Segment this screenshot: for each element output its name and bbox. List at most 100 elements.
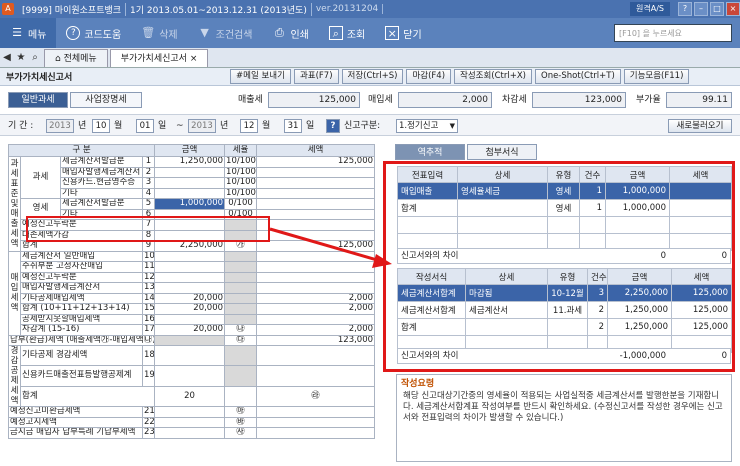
print-button[interactable]: ⎙ 인쇄 — [262, 18, 318, 48]
tax-cell[interactable]: 125,000 — [256, 156, 376, 168]
close-button[interactable]: × 닫기 — [375, 18, 431, 48]
tax-cell[interactable] — [256, 187, 376, 199]
tax-cell[interactable] — [256, 344, 376, 367]
form-header: 부가가치세신고서 #메일 보내기 과표(F7) 저장(Ctrl+S) 마감(F4… — [0, 68, 740, 86]
code-help-button[interactable]: ? 코드도움 — [56, 18, 131, 48]
amount-cell[interactable]: 1,000,000 — [154, 198, 226, 210]
amount-cell[interactable]: 20,000 — [154, 324, 226, 336]
tax-cell[interactable] — [256, 271, 376, 283]
amount-cell[interactable] — [224, 385, 258, 408]
amount-cell[interactable]: 1,250,000 — [154, 156, 226, 168]
amount-cell[interactable]: 2,250,000 — [154, 240, 226, 252]
minimize-icon[interactable]: – — [694, 2, 708, 16]
amount-cell[interactable] — [154, 261, 226, 273]
period-help-icon[interactable]: ? — [326, 119, 340, 133]
amount-cell[interactable] — [154, 313, 226, 325]
tab-business-detail[interactable]: 사업장명세 — [70, 92, 142, 108]
menu-search-input[interactable]: [F10] 을 누르세요 — [614, 24, 732, 42]
one-shot-button[interactable]: One-Shot(Ctrl+T) — [535, 69, 621, 84]
amount-cell[interactable] — [154, 344, 226, 367]
tax-cell[interactable] — [256, 313, 376, 325]
amount-cell[interactable] — [154, 282, 226, 294]
from-year-input[interactable]: 2013 — [46, 119, 74, 133]
table-row[interactable]: 합계 2 1,250,000 125,000 — [397, 318, 732, 336]
tax-base-button[interactable]: 과표(F7) — [293, 69, 339, 84]
table-row[interactable]: 세금계산서합계 마감됨 10-12월 3 2,250,000 125,000 — [397, 284, 732, 302]
function-menu-button[interactable]: 기능모음(F11) — [623, 69, 690, 84]
window-close-icon[interactable]: × — [726, 2, 740, 16]
favorite-star-icon[interactable]: ★ — [14, 49, 28, 67]
table-row: 과세표준및매출세액 과세 세금계산서발급분 1 1,250,000 10/100 125,0… — [8, 156, 376, 252]
tab-general-tax[interactable]: 일반과세 — [8, 92, 68, 108]
tax-cell[interactable] — [256, 166, 376, 178]
back-icon[interactable]: ◀ — [0, 49, 14, 67]
tab-close-icon[interactable]: × — [190, 54, 198, 64]
tax-cell[interactable]: 123,000 — [256, 334, 376, 346]
amount-cell[interactable] — [154, 166, 226, 178]
search-icon[interactable]: ⌕ — [28, 49, 42, 67]
tax-cell[interactable] — [256, 177, 376, 189]
amount-cell[interactable] — [154, 177, 226, 189]
refresh-button[interactable]: 새로불러오기 — [668, 119, 732, 133]
menu-button[interactable]: ☰ 메뉴 — [0, 18, 57, 48]
amount-cell[interactable] — [154, 365, 226, 387]
tax-cell[interactable]: 125,000 — [256, 240, 376, 252]
tax-cell[interactable]: 2,000 — [256, 324, 376, 336]
tax-cell[interactable] — [256, 261, 376, 273]
send-mail-button[interactable]: #메일 보내기 — [230, 69, 291, 84]
amount-cell[interactable] — [154, 416, 226, 428]
tab-backtrace[interactable]: 역추적 — [395, 144, 465, 160]
save-button[interactable]: 저장(Ctrl+S) — [341, 69, 404, 84]
tax-cell[interactable] — [256, 208, 376, 220]
to-year-input[interactable]: 2013 — [188, 119, 216, 133]
from-day-input[interactable]: 01 — [136, 119, 154, 133]
from-month-input[interactable]: 10 — [92, 119, 110, 133]
tax-cell[interactable]: 2,000 — [256, 303, 376, 315]
amount-cell[interactable] — [154, 187, 226, 199]
row-label: 기타 — [60, 187, 143, 199]
chevron-down-icon: ▼ — [449, 122, 455, 130]
to-day-input[interactable]: 31 — [284, 119, 302, 133]
amount-cell[interactable] — [154, 271, 226, 283]
amount-cell[interactable]: 20,000 — [154, 292, 226, 304]
lookup-button[interactable]: ⌕ 조회 — [319, 18, 375, 48]
window-help-icon[interactable]: ? — [678, 2, 692, 16]
table-row[interactable]: 매입매출 영세율세금 영세 1 1,000,000 — [397, 182, 732, 200]
tax-cell[interactable] — [256, 250, 376, 262]
table-row[interactable]: 합계 영세 1 1,000,000 — [397, 199, 732, 217]
print-label: 인쇄 — [290, 29, 309, 41]
maximize-icon[interactable]: □ — [710, 2, 724, 16]
tax-cell[interactable] — [256, 219, 376, 231]
tax-cell[interactable] — [256, 282, 376, 294]
amount-cell[interactable]: 20,000 — [154, 303, 226, 315]
header-category: 구 분 — [7, 144, 156, 157]
tab-all-menu[interactable]: ⌂ 전체메뉴 — [44, 49, 108, 67]
close-period-button[interactable]: 마감(F4) — [406, 69, 452, 84]
to-month-input[interactable]: 12 — [240, 119, 258, 133]
tax-cell[interactable] — [256, 427, 376, 439]
tax-cell[interactable] — [256, 416, 376, 428]
amount-cell[interactable] — [154, 427, 226, 439]
table-row: 공제받지못할매입세액 16 — [9, 313, 376, 325]
tax-cell[interactable]: 2,000 — [256, 292, 376, 304]
tax-cell[interactable] — [256, 198, 376, 210]
amount-cell[interactable] — [154, 406, 226, 418]
condition-search-button[interactable]: ▼ 조건검색 — [188, 18, 263, 48]
remote-support-button[interactable]: 원격A/S — [630, 2, 670, 16]
rate-cell: 0/100 — [224, 198, 258, 210]
row-number: 10 — [141, 250, 156, 262]
tab-attachment[interactable]: 첨부서식 — [467, 144, 537, 160]
amount-cell[interactable] — [154, 250, 226, 262]
table-row[interactable] — [397, 216, 732, 234]
tab-vat-return[interactable]: 부가가치세신고서 × — [109, 49, 209, 67]
table-cell: 1,000,000 — [605, 199, 670, 217]
tax-cell[interactable] — [256, 365, 376, 387]
table-row: 수취부분 고정자산매입 11 — [9, 261, 376, 273]
tax-cell[interactable] — [256, 406, 376, 418]
report-type-select[interactable]: 1.정기신고 ▼ — [396, 119, 458, 133]
table-row[interactable]: 세금계산서합계 세금계산서 11.과세 2 1,250,000 125,000 — [397, 301, 732, 319]
write-lookup-button[interactable]: 작성조회(Ctrl+X) — [454, 69, 532, 84]
delete-button[interactable]: 🗑 삭제 — [131, 18, 187, 48]
amount-cell[interactable] — [154, 334, 226, 346]
tax-cell[interactable] — [256, 229, 376, 241]
